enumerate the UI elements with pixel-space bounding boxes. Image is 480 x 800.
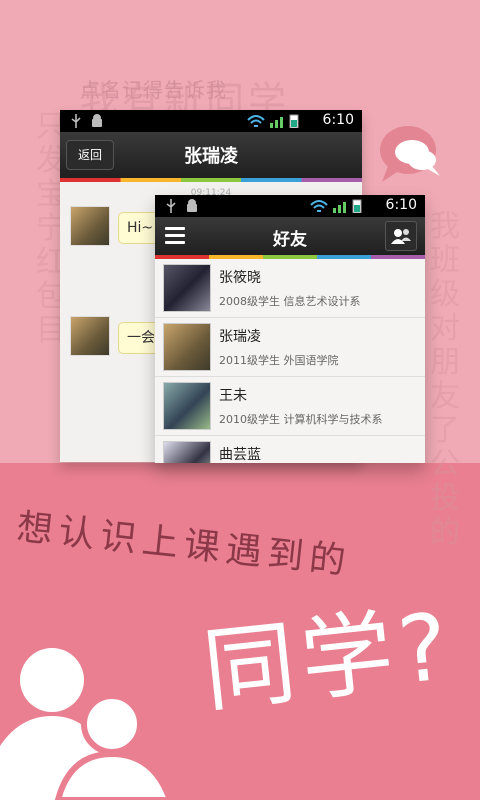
background-column-right: 我班级对朋友了公投的: [430, 209, 460, 550]
friend-meta: 2011级学生 外国语学院: [219, 354, 339, 367]
friends-title-bar: 好友: [155, 217, 425, 255]
friend-meta: 2008级学生 信息艺术设计系: [219, 295, 361, 308]
list-item[interactable]: 张筱晓 2008级学生 信息艺术设计系: [155, 259, 425, 318]
chat-title: 张瑞凌: [184, 146, 238, 167]
add-friend-button[interactable]: [385, 221, 417, 251]
friend-name: 曲芸蓝: [219, 447, 261, 463]
background-text-small: 点名记得告诉我: [80, 78, 227, 102]
android-icon: [187, 199, 197, 212]
big-question-text: 同学?: [198, 592, 459, 726]
friend-name: 张筱晓: [219, 270, 261, 286]
status-bar: 6:10: [60, 110, 362, 132]
friends-phone-screen: 6:10 好友 张筱晓 2008级学生 信息艺术设计系 张瑞凌 2011级学生 …: [155, 195, 425, 463]
wifi-signal-battery-icon: [247, 114, 299, 128]
speech-bubble-icon: [380, 126, 440, 182]
usb-icon: [71, 114, 81, 128]
friend-list: 张筱晓 2008级学生 信息艺术设计系 张瑞凌 2011级学生 外国语学院 王未…: [155, 259, 425, 463]
list-item[interactable]: 张瑞凌 2011级学生 外国语学院: [155, 318, 425, 377]
add-friend-icon: [391, 229, 411, 244]
avatar: [70, 316, 110, 356]
status-time: 6:10: [322, 112, 354, 128]
usb-icon: [166, 199, 176, 213]
android-icon: [92, 114, 102, 127]
avatar: [163, 264, 211, 312]
friend-meta: 2010级学生 计算机科学与技术系: [219, 413, 383, 426]
list-item[interactable]: 曲芸蓝: [155, 436, 425, 463]
avatar: [163, 323, 211, 371]
status-time: 6:10: [385, 197, 417, 213]
friend-name: 王未: [219, 388, 247, 404]
avatar: [163, 441, 211, 463]
people-icon: [0, 648, 174, 800]
color-stripe: [60, 178, 362, 182]
avatar: [163, 382, 211, 430]
chat-title-bar: 返回 张瑞凌: [60, 132, 362, 178]
wifi-signal-battery-icon: [310, 199, 362, 213]
status-bar: 6:10: [155, 195, 425, 217]
list-item[interactable]: 王未 2010级学生 计算机科学与技术系: [155, 377, 425, 436]
avatar: [70, 206, 110, 246]
friend-name: 张瑞凌: [219, 329, 261, 345]
